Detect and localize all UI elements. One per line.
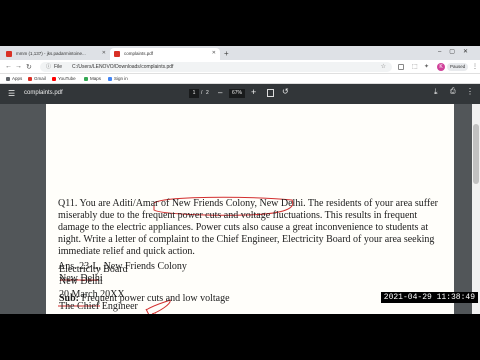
q-line-4: night. Write a letter of complaint to th…	[58, 234, 435, 245]
more-icon[interactable]: ⋮	[466, 87, 474, 96]
avatar[interactable]: K	[437, 63, 445, 71]
q-line-1: Q11. You are Aditi/Amar of New Friends C…	[58, 198, 438, 209]
pdf-page: Q11. You are Aditi/Amar of New Friends C…	[46, 104, 454, 314]
pdf-icon	[114, 51, 120, 57]
maps-icon	[84, 77, 88, 81]
scrollbar-thumb[interactable]	[473, 124, 479, 184]
download-icon[interactable]: ⤓	[434, 87, 438, 97]
bookmark-maps[interactable]: Maps	[84, 76, 101, 81]
scrollbar[interactable]	[472, 104, 480, 314]
pdf-toolbar: ☰ complaints.pdf 1 / 2 – 67% + ↺ ⤓ ⎙ ⋮	[0, 84, 480, 104]
q-text-1c: The residents of your area suffer	[307, 198, 438, 209]
menu-icon[interactable]: ☰	[8, 89, 15, 98]
page-overflow	[46, 314, 454, 360]
bookmark-label: Gmail	[34, 76, 46, 81]
bookmark-label: Apps	[12, 76, 23, 81]
url-scheme: File	[54, 64, 63, 70]
window-controls[interactable]: –▢✕	[438, 48, 476, 55]
recipient-line-3: New Delhi	[59, 276, 103, 287]
rotate-icon[interactable]: ↺	[282, 87, 289, 96]
mail-icon	[6, 51, 12, 57]
zoom-out-icon[interactable]: –	[218, 88, 222, 97]
bookmark-signin[interactable]: Sign in	[108, 76, 128, 81]
address-bar[interactable]: ⓘ File C:/Users/LENOVO/Downloads/complai…	[40, 62, 392, 72]
apps-icon	[6, 77, 10, 81]
close-icon[interactable]: ✕	[212, 50, 216, 56]
extension-icon[interactable]: ⬚	[412, 63, 418, 70]
tab-label: mmm (1,137) - jks.padarmintoine...	[16, 51, 86, 56]
bookmark-label: Maps	[90, 76, 102, 81]
tab-inbox[interactable]: mmm (1,137) - jks.padarmintoine... ✕	[2, 48, 110, 60]
pdf-title: complaints.pdf	[24, 90, 63, 96]
q-line-5: immediate relief and quick action.	[58, 246, 195, 257]
bookmarks-bar: Apps Gmail YouTube Maps Sign in	[0, 74, 480, 84]
extension-icon[interactable]	[398, 64, 404, 70]
bookmark-apps[interactable]: Apps	[6, 76, 22, 81]
paused-badge[interactable]: Paused	[447, 63, 469, 71]
page-separator: /	[201, 90, 203, 96]
q-text-1b: New Friends Colony, New Delhi.	[171, 198, 306, 209]
q-text-1a: You are Aditi/Amar of	[79, 198, 170, 209]
tab-label: complaints.pdf	[124, 51, 154, 56]
forward-icon[interactable]: →	[15, 63, 22, 70]
fit-page-icon[interactable]	[267, 89, 274, 97]
gmail-icon	[28, 77, 32, 81]
q-line-2: miserably due to the frequent power cuts…	[58, 210, 418, 221]
question-number: Q11.	[58, 198, 78, 209]
tab-strip: mmm (1,137) - jks.padarmintoine... ✕ com…	[0, 46, 480, 60]
print-icon[interactable]: ⎙	[450, 88, 456, 96]
info-icon[interactable]: ⓘ	[46, 63, 51, 70]
star-icon[interactable]: ☆	[381, 63, 386, 70]
subject-label: Sub:	[59, 293, 80, 304]
bookmark-gmail[interactable]: Gmail	[28, 76, 46, 81]
recipient-line-2: Electricity Board	[59, 264, 128, 275]
back-icon[interactable]: ←	[5, 63, 12, 70]
annotation-layer	[58, 196, 294, 314]
bookmark-youtube[interactable]: YouTube	[52, 76, 76, 81]
kebab-menu-icon[interactable]: ⋮	[472, 63, 478, 70]
timestamp-overlay: 2021-04-29 11:38:49	[380, 292, 478, 303]
page-number-input[interactable]: 1	[189, 89, 199, 98]
page-total: 2	[206, 90, 209, 96]
reload-icon[interactable]: ↻	[26, 63, 32, 71]
subject-text: Frequent power cuts and low voltage	[81, 293, 230, 304]
browser-toolbar: ← → ↻ ⓘ File C:/Users/LENOVO/Downloads/c…	[0, 60, 480, 74]
puzzle-icon[interactable]: ✦	[424, 63, 429, 70]
q-line-3: damage to the electric appliances. Power…	[58, 222, 429, 233]
close-icon[interactable]: ✕	[102, 50, 106, 56]
subject-line: Sub: Frequent power cuts and low voltage	[59, 293, 230, 304]
youtube-icon	[52, 77, 56, 81]
zoom-input[interactable]: 67%	[229, 89, 245, 98]
tab-complaints-pdf[interactable]: complaints.pdf ✕	[110, 48, 220, 60]
bookmark-label: Sign in	[114, 76, 128, 81]
url-text[interactable]: C:/Users/LENOVO/Downloads/complaints.pdf	[72, 64, 173, 70]
new-tab-button[interactable]: +	[224, 49, 229, 58]
zoom-in-icon[interactable]: +	[251, 87, 256, 97]
signin-icon	[108, 77, 112, 81]
bookmark-label: YouTube	[58, 76, 76, 81]
